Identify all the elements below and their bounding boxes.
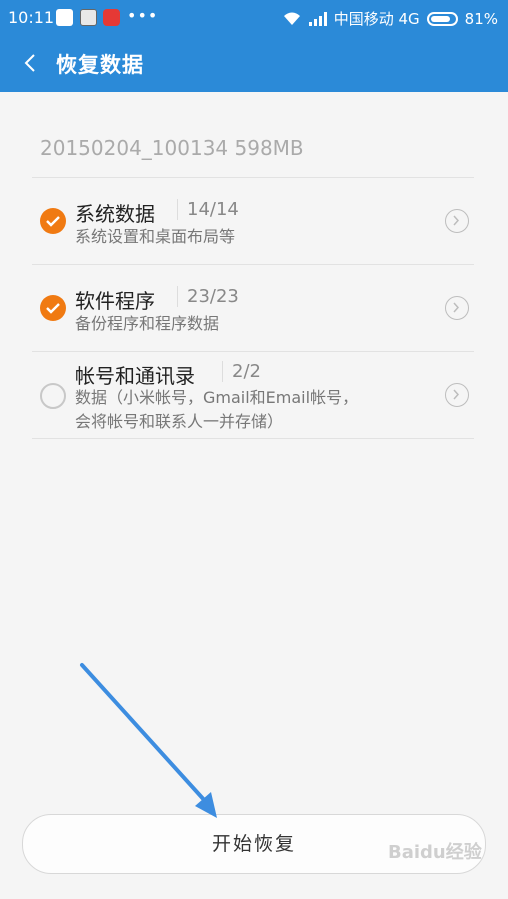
- item-title: 帐号和通讯录: [75, 364, 195, 388]
- page-title: 恢复数据: [56, 53, 144, 77]
- carrier-label: 中国移动 4G: [333, 10, 420, 28]
- status-time: 10:11: [8, 8, 55, 27]
- alarm-icon: [103, 9, 120, 26]
- backup-info: 20150204_100134 598MB: [40, 136, 304, 160]
- status-right: 中国移动 4G 81%: [282, 8, 498, 29]
- item-title: 系统数据: [75, 202, 155, 226]
- restore-item-apps[interactable]: 软件程序 23/23 备份程序和程序数据: [32, 265, 474, 351]
- watermark: Baidu经验: [388, 842, 482, 863]
- item-count: 2/2: [222, 361, 261, 382]
- checked-circle-icon[interactable]: [40, 295, 66, 321]
- item-count: 23/23: [177, 286, 239, 307]
- item-subtitle: 数据（小米帐号，Gmail和Email帐号，会将帐号和联系人一并存储）: [75, 388, 359, 431]
- status-bar: 10:11 ••• 中国移动 4G 81%: [0, 0, 508, 36]
- checked-circle-icon[interactable]: [40, 208, 66, 234]
- battery-label: 81%: [464, 9, 498, 28]
- annotation-arrow-icon: [80, 663, 217, 818]
- wifi-icon: [283, 12, 300, 25]
- battery-icon: [426, 11, 458, 26]
- restore-item-system-data[interactable]: 系统数据 14/14 系统设置和桌面布局等: [32, 178, 474, 264]
- chevron-right-icon[interactable]: [445, 383, 469, 407]
- battery-fill: [430, 15, 450, 22]
- chevron-right-icon[interactable]: [445, 209, 469, 233]
- divider: [32, 438, 474, 439]
- item-subtitle: 系统设置和桌面布局等: [75, 227, 236, 246]
- item-count: 14/14: [177, 199, 239, 220]
- restore-item-accounts-contacts[interactable]: 帐号和通讯录 2/2 数据（小米帐号，Gmail和Email帐号，会将帐号和联系…: [32, 352, 474, 438]
- more-notifications-icon: •••: [127, 6, 159, 25]
- notification-icon: [80, 9, 97, 26]
- chevron-right-icon[interactable]: [445, 296, 469, 320]
- signal-icon: [308, 11, 327, 26]
- notification-icon: [56, 9, 73, 26]
- unchecked-circle-icon[interactable]: [40, 383, 66, 409]
- back-arrow-icon[interactable]: [20, 51, 40, 75]
- title-bar: 恢复数据: [0, 36, 508, 92]
- item-title: 软件程序: [75, 289, 155, 313]
- item-subtitle: 备份程序和程序数据: [75, 314, 220, 333]
